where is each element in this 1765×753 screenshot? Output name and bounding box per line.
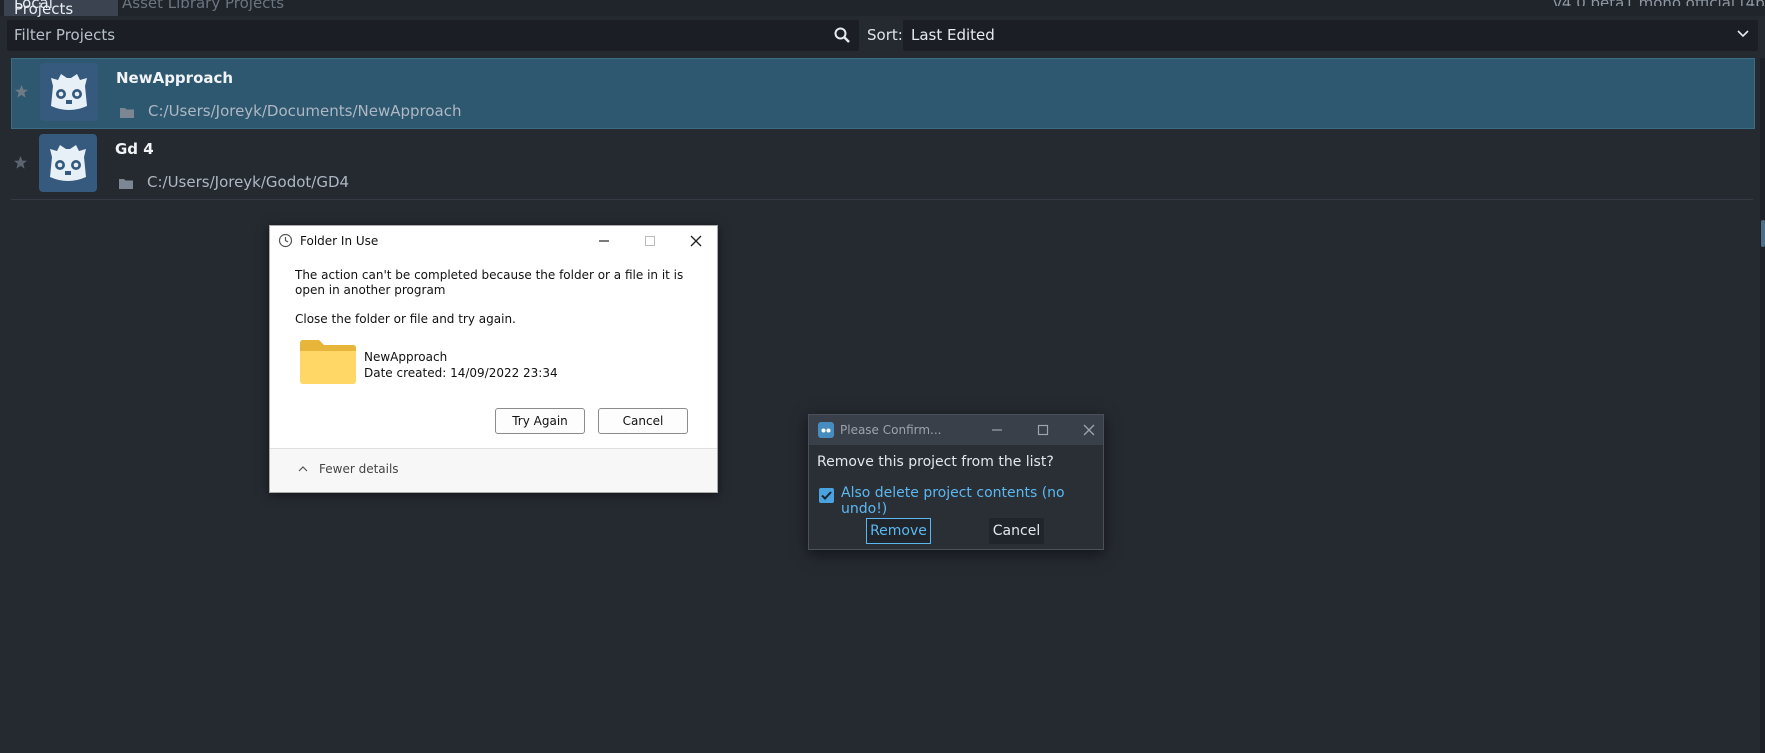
chevron-down-icon: [1737, 30, 1749, 38]
folder-icon: [300, 340, 356, 384]
search-icon[interactable]: [833, 26, 851, 44]
sort-label: Sort:: [867, 26, 903, 44]
fewer-details-link[interactable]: Fewer details: [319, 462, 399, 476]
close-icon[interactable]: [685, 230, 707, 252]
project-path: C:/Users/Joreyk/Documents/NewApproach: [148, 102, 462, 120]
dialog-footer: Fewer details: [270, 448, 717, 492]
try-again-button[interactable]: Try Again: [495, 408, 585, 434]
confirm-question: Remove this project from the list?: [817, 454, 1054, 470]
dialog-titlebar[interactable]: Please Confirm...: [809, 415, 1103, 445]
sort-value: Last Edited: [911, 26, 995, 44]
folder-in-use-dialog: Folder In Use The action can't be comple…: [269, 225, 718, 493]
tab-local-projects[interactable]: Local Projects: [4, 0, 118, 17]
favorite-star-icon[interactable]: [13, 155, 28, 170]
close-icon[interactable]: [1080, 421, 1098, 439]
chevron-up-icon[interactable]: [297, 463, 309, 475]
folder-date-created: Date created: 14/09/2022 23:34: [364, 366, 558, 380]
folder-icon[interactable]: [119, 106, 136, 119]
tab-bar: Local Projects Asset Library Projects v4…: [0, 0, 1765, 17]
dialog-message: The action can't be completed because th…: [295, 268, 684, 297]
cancel-button[interactable]: Cancel: [989, 518, 1044, 544]
dialog-instruction: Close the folder or file and try again.: [295, 312, 516, 326]
project-icon: [40, 63, 98, 121]
sort-dropdown[interactable]: Last Edited: [903, 20, 1758, 51]
tab-asset-library-projects[interactable]: Asset Library Projects: [112, 0, 294, 16]
folder-icon[interactable]: [118, 177, 135, 190]
project-row[interactable]: Gd 4 C:/Users/Joreyk/Godot/GD4: [11, 130, 1753, 200]
remove-button[interactable]: Remove: [866, 518, 931, 544]
project-icon: [39, 134, 97, 192]
project-name: NewApproach: [116, 69, 234, 87]
scrollbar[interactable]: [1760, 58, 1765, 753]
maximize-icon[interactable]: [1034, 421, 1052, 439]
dialog-title: Folder In Use: [300, 234, 379, 248]
project-path: C:/Users/Joreyk/Godot/GD4: [147, 173, 350, 191]
confirm-dialog: Please Confirm... Remove this project fr…: [808, 414, 1104, 550]
filter-projects-input[interactable]: Filter Projects: [7, 20, 859, 51]
version-label: v4.0.beta1.mono.official [4ba934: [1553, 0, 1765, 6]
delete-contents-checkbox[interactable]: [819, 488, 834, 503]
check-icon: [821, 491, 832, 500]
filter-placeholder: Filter Projects: [14, 26, 116, 44]
minimize-icon[interactable]: [593, 230, 615, 252]
dialog-title: Please Confirm...: [840, 423, 942, 437]
folder-name: NewApproach: [364, 350, 448, 364]
minimize-icon[interactable]: [988, 421, 1006, 439]
cancel-button[interactable]: Cancel: [598, 408, 688, 434]
delete-contents-label[interactable]: Also delete project contents (no undo!): [841, 485, 1103, 517]
project-name: Gd 4: [115, 140, 154, 158]
favorite-star-icon[interactable]: [14, 84, 29, 99]
dialog-body: Remove this project from the list? Also …: [809, 445, 1103, 549]
project-row[interactable]: NewApproach C:/Users/Joreyk/Documents/Ne…: [11, 58, 1755, 129]
clock-icon: [278, 233, 293, 248]
godot-icon: [818, 422, 834, 438]
scrollbar-grabber[interactable]: [1761, 220, 1765, 247]
maximize-icon: [645, 236, 655, 246]
